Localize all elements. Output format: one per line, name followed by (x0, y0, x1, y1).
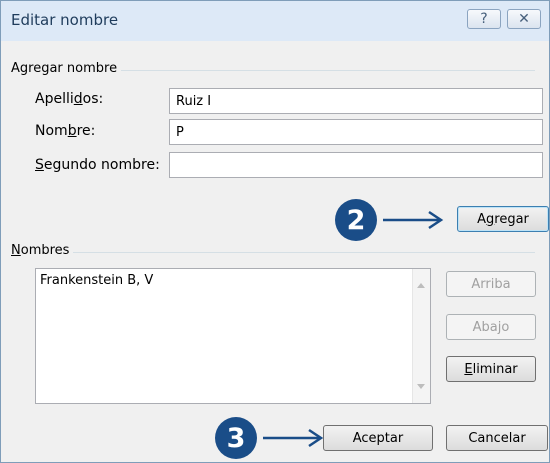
names-listbox[interactable]: Frankenstein B, V (35, 268, 431, 404)
firstname-field[interactable]: P (169, 119, 543, 145)
names-group-divider (15, 252, 535, 253)
list-item[interactable]: Frankenstein B, V (40, 273, 153, 288)
title-bar: Editar nombre ? ✕ (1, 1, 549, 41)
middlename-field[interactable] (169, 152, 543, 178)
names-group-label: Nombres (11, 243, 74, 258)
arriba-button[interactable]: Arriba (446, 271, 536, 297)
surname-label: Apellidos: (35, 91, 104, 107)
help-icon: ? (480, 11, 488, 27)
eliminar-button-label: Eliminar (464, 361, 518, 377)
abajo-button[interactable]: Abajo (446, 314, 536, 340)
edit-name-dialog: Editar nombre ? ✕ Agregar nombre Apellid… (0, 0, 550, 463)
scroll-up-icon[interactable] (417, 283, 425, 288)
aceptar-button[interactable]: Aceptar (323, 425, 433, 451)
callout-arrow-2 (383, 210, 444, 230)
firstname-label: Nombre: (35, 123, 96, 139)
scroll-down-icon[interactable] (417, 384, 425, 389)
agregar-button[interactable]: Agregar (457, 206, 549, 232)
eliminar-button[interactable]: Eliminar (446, 356, 536, 382)
help-button[interactable]: ? (467, 9, 501, 29)
listbox-scrollbar[interactable] (412, 269, 430, 403)
agregar-button-label: Agregar (477, 211, 529, 227)
middlename-label: Segundo nombre: (35, 157, 160, 173)
add-group-label: Agregar nombre (11, 61, 122, 76)
callout-arrow-3 (263, 428, 324, 448)
callout-badge-2: 2 (335, 199, 377, 241)
window-title: Editar nombre (11, 11, 119, 29)
callout-badge-3: 3 (215, 417, 257, 459)
cancelar-button[interactable]: Cancelar (446, 425, 548, 451)
close-button[interactable]: ✕ (507, 9, 541, 29)
close-icon: ✕ (518, 11, 530, 27)
surname-field[interactable]: Ruiz I (169, 88, 543, 114)
